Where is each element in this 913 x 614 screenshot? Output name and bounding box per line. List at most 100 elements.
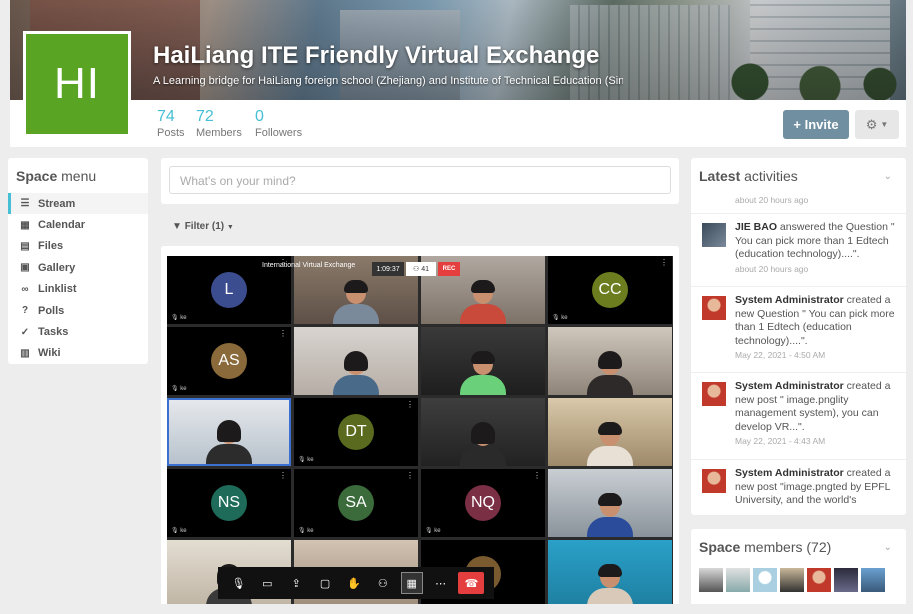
avatar[interactable] [726,568,750,592]
menu-item-label: Calendar [38,219,86,232]
page-bottom [0,604,913,614]
activity-item[interactable]: System Administrator created a new post … [691,459,906,515]
avatar [702,469,726,493]
avatar[interactable] [807,568,831,592]
menu-item-label: Linklist [38,283,77,296]
people-icon: ⚇ [412,266,422,273]
stat-posts-value: 74 [157,108,175,125]
menu-item-label: Files [38,240,64,253]
camera-off-icon[interactable]: ▭ [256,572,278,594]
space-menu-title: Space menu [16,168,97,184]
menu-item-gallery[interactable]: ▣ Gallery [8,257,148,278]
participant-avatar: L [211,272,247,308]
space-logo[interactable]: HI [23,31,131,137]
menu-item-tasks[interactable]: ✓ Tasks [8,321,148,342]
post-composer: What's on your mind? [161,158,679,204]
activity-text: System Administrator created a new post … [735,467,891,506]
activity-item[interactable]: System Administrator created a new post … [691,372,906,458]
participant-avatar: AS [211,343,247,379]
participant-tile: CC 🎙 ke ⋮ [548,256,672,324]
participant-video [548,469,672,537]
chevron-down-icon[interactable]: ⌄ [884,171,892,182]
activity-item[interactable]: System Administrator created a new Quest… [691,286,906,371]
participants-icon[interactable]: ⚇ [372,572,394,594]
stat-followers-value: 0 [255,108,264,125]
end-call-icon[interactable]: ☎ [458,572,485,594]
gallery-icon: ▣ [20,262,30,274]
mic-off-icon[interactable]: 🎙 [227,572,249,594]
post-input[interactable]: What's on your mind? [169,166,671,194]
share-screen-icon[interactable]: ⇪ [285,572,307,594]
space-menu-list: ☰ Stream ▦ Calendar ▤ Files ▣ Gallery ∞ … [8,193,148,364]
question-icon: ? [21,305,29,317]
files-icon: ▤ [20,240,30,252]
participant-video [421,327,545,395]
avatar[interactable] [861,568,885,592]
stat-followers[interactable]: 0 Followers [255,108,302,139]
participant-video [548,327,672,395]
link-icon: ∞ [21,283,29,295]
meeting-screenshot[interactable]: L 🎙 ke⋮ CC 🎙 ke⋮ AS 🎙 ke⋮ DT 🎙 ke⋮ NS � [167,256,673,608]
participant-tile: SA 🎙 ke ⋮ [294,469,418,537]
stat-followers-label: Followers [255,127,303,139]
space-header-bar [10,100,906,147]
filter-icon: ▼ [172,221,182,232]
invite-button[interactable]: + Invite [783,110,849,139]
participant-video [294,327,418,395]
space-description: A Learning bridge for HaiLiang foreign s… [153,75,623,87]
settings-dropdown-button[interactable]: ⚙ ▼ [855,110,899,139]
avatar [702,382,726,406]
menu-item-label: Wiki [38,347,61,360]
activity-item[interactable]: JIE BAO answered the Question " You can … [691,213,906,285]
participant-avatar: NQ [465,485,501,521]
stat-posts[interactable]: 74 Posts [157,108,185,139]
meeting-toolbar: 🎙 ▭ ⇪ ▢ ✋ ⚇ ▦ ⋯ ☎ [218,567,494,599]
activities-title: Latest activities [699,168,798,184]
menu-item-linklist[interactable]: ∞ Linklist [8,279,148,300]
calendar-icon: ▦ [20,219,30,231]
participant-video-active [167,398,291,466]
activity-time: May 22, 2021 - 4:43 AM [735,436,826,446]
stat-posts-label: Posts [157,127,185,139]
menu-item-label: Gallery [38,261,76,274]
activity-time: about 20 hours ago [735,263,809,274]
meeting-timer: 1:09:37 [372,262,404,276]
grid-view-icon[interactable]: ▦ [400,572,423,594]
chat-icon[interactable]: ▢ [314,572,336,594]
menu-item-calendar[interactable]: ▦ Calendar [8,214,148,235]
caret-down-icon: ▼ [880,120,889,129]
filter-label: Filter (1) [184,221,225,232]
raise-hand-icon[interactable]: ✋ [343,572,365,594]
space-menu-panel: Space menu ☰ Stream ▦ Calendar ▤ Files ▣… [8,158,148,364]
avatar[interactable] [753,568,777,592]
mic-muted-icon: 🎙 ke [171,315,187,321]
participant-tile: NQ 🎙 ke ⋮ [421,469,545,537]
participant-video [421,398,545,466]
stream-filter[interactable]: ▼ Filter (1) ▼ [172,221,234,232]
activity-text: System Administrator created a new Quest… [735,294,895,363]
book-icon: ▥ [20,347,30,359]
activity-time: May 22, 2021 - 4:50 AM [735,350,826,360]
list-icon: ☰ [20,198,30,210]
stat-members[interactable]: 72 Members [196,108,242,139]
participant-tile: NS 🎙 ke ⋮ [167,469,291,537]
menu-item-polls[interactable]: ? Polls [8,300,148,321]
menu-item-files[interactable]: ▤ Files [8,236,148,257]
tasks-icon: ✓ [20,326,30,338]
avatar [702,223,726,247]
avatar[interactable] [699,568,723,592]
avatar[interactable] [780,568,804,592]
stat-members-value: 72 [196,108,214,125]
menu-item-label: Polls [38,304,65,317]
activity-text: System Administrator created a new post … [735,380,895,449]
activity-time: about 20 hours ago [735,195,809,205]
member-avatars [699,568,885,592]
participant-avatar: SA [338,485,374,521]
caret-down-icon: ▼ [226,224,234,231]
menu-item-stream[interactable]: ☰ Stream [8,193,148,215]
more-icon[interactable]: ⋯ [430,572,452,594]
participant-tile: AS 🎙 ke ⋮ [167,327,291,395]
chevron-down-icon[interactable]: ⌄ [884,542,892,553]
menu-item-wiki[interactable]: ▥ Wiki [8,343,148,364]
avatar[interactable] [834,568,858,592]
